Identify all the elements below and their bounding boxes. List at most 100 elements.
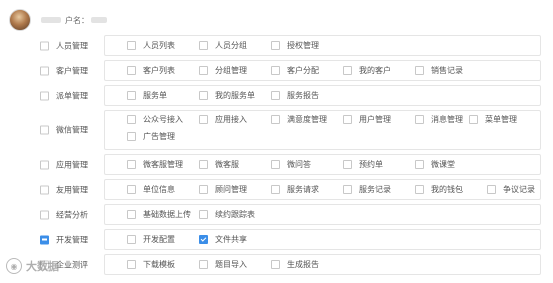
permission-item[interactable]: 服务单 [127, 90, 167, 102]
permission-item[interactable]: 广告管理 [127, 130, 175, 142]
permission-item[interactable]: 单位信息 [127, 184, 175, 196]
permission-item[interactable]: 客户分配 [271, 65, 319, 77]
permission-item[interactable]: 满意度管理 [271, 113, 327, 125]
permission-item[interactable]: 客户列表 [127, 65, 175, 77]
permission-checkbox[interactable] [127, 160, 136, 169]
permission-checkbox[interactable] [487, 185, 496, 194]
permission-item[interactable]: 微课堂 [415, 159, 455, 171]
permission-item[interactable]: 微客服 [199, 159, 239, 171]
permission-label: 客户分配 [287, 66, 319, 75]
permission-label: 应用接入 [215, 114, 247, 124]
category-checkbox[interactable] [40, 66, 49, 75]
permission-checkbox[interactable] [271, 114, 280, 124]
permission-label: 服务请求 [287, 185, 319, 194]
permission-item[interactable]: 服务报告 [271, 90, 319, 102]
permission-item[interactable]: 人员分组 [199, 40, 247, 52]
permission-item[interactable]: 开发配置 [127, 234, 175, 246]
permission-item[interactable]: 用户管理 [343, 113, 391, 125]
permission-item[interactable]: 我的钱包 [415, 184, 463, 196]
permission-checkbox[interactable] [469, 114, 478, 124]
permission-item[interactable]: 下载模板 [127, 259, 175, 271]
permission-checkbox[interactable] [415, 114, 424, 124]
permission-item[interactable]: 授权管理 [271, 40, 319, 52]
permission-item[interactable]: 我的客户 [343, 65, 391, 77]
permission-checkbox[interactable] [199, 210, 208, 219]
permission-item[interactable]: 微客服管理 [127, 159, 183, 171]
permission-checkbox[interactable] [127, 91, 136, 100]
permission-checkbox[interactable] [271, 260, 280, 269]
permission-item[interactable]: 消息管理 [415, 113, 463, 125]
category-checkbox[interactable] [40, 160, 49, 169]
permission-checkbox[interactable] [199, 235, 208, 244]
permission-item[interactable]: 争议记录 [487, 184, 535, 196]
permission-checkbox[interactable] [127, 114, 136, 124]
permission-checkbox[interactable] [199, 160, 208, 169]
permission-checkbox[interactable] [343, 185, 352, 194]
permission-item[interactable]: 我的服务单 [199, 90, 255, 102]
permission-item[interactable]: 应用接入 [199, 113, 247, 125]
permission-checkbox[interactable] [127, 235, 136, 244]
category-checkbox[interactable] [40, 125, 49, 135]
category-checkbox[interactable] [40, 91, 49, 100]
category-label: 客户管理 [56, 66, 88, 75]
permission-label: 授权管理 [287, 41, 319, 50]
permission-row: 人员管理 人员列表 人员分组 授权管理 [0, 33, 553, 58]
permission-checkbox[interactable] [127, 210, 136, 219]
permission-item[interactable]: 文件共享 [199, 234, 247, 246]
permission-group-box: 微客服管理 微客服 微问答 预约单 微课堂 [104, 154, 541, 175]
permission-checkbox[interactable] [127, 66, 136, 75]
permission-checkbox[interactable] [343, 114, 352, 124]
permission-checkbox[interactable] [271, 66, 280, 75]
permission-item[interactable]: 服务请求 [271, 184, 319, 196]
category-checkbox[interactable] [40, 235, 49, 244]
permission-label: 预约单 [359, 160, 383, 169]
permission-checkbox[interactable] [343, 66, 352, 75]
permission-checkbox[interactable] [199, 114, 208, 124]
permission-label: 顾问管理 [215, 185, 247, 194]
permission-label: 分组管理 [215, 66, 247, 75]
permission-item[interactable]: 题目导入 [199, 259, 247, 271]
permission-checkbox[interactable] [127, 260, 136, 269]
permission-row: 开发管理 开发配置 文件共享 [0, 227, 553, 252]
permission-checkbox[interactable] [415, 185, 424, 194]
permission-checkbox[interactable] [415, 160, 424, 169]
permission-item[interactable]: 预约单 [343, 159, 383, 171]
permission-checkbox[interactable] [199, 91, 208, 100]
permission-item[interactable]: 微问答 [271, 159, 311, 171]
permission-checkbox[interactable] [271, 41, 280, 50]
permission-label: 题目导入 [215, 260, 247, 269]
permission-label: 公众号接入 [143, 114, 183, 124]
permission-checkbox[interactable] [271, 91, 280, 100]
permission-checkbox[interactable] [199, 66, 208, 75]
permission-checkbox[interactable] [127, 185, 136, 194]
permission-checkbox[interactable] [271, 160, 280, 169]
permission-checkbox[interactable] [271, 185, 280, 194]
permission-label: 微客服管理 [143, 160, 183, 169]
permission-label: 争议记录 [503, 185, 535, 194]
permission-item[interactable]: 菜单管理 [469, 113, 517, 125]
permission-item[interactable]: 服务记录 [343, 184, 391, 196]
permission-item[interactable]: 分组管理 [199, 65, 247, 77]
permission-item[interactable]: 人员列表 [127, 40, 175, 52]
permission-item[interactable]: 公众号接入 [127, 113, 183, 125]
permission-item[interactable]: 基础数据上传 [127, 209, 191, 221]
permission-checkbox[interactable] [127, 41, 136, 50]
category-checkbox[interactable] [40, 185, 49, 194]
permission-checkbox[interactable] [343, 160, 352, 169]
permission-item[interactable]: 销售记录 [415, 65, 463, 77]
permission-checkbox[interactable] [199, 260, 208, 269]
category-label: 友用管理 [56, 185, 88, 194]
permission-row: 客户管理 客户列表 分组管理 客户分配 我的客户 销售记录 [0, 58, 553, 83]
permission-checkbox[interactable] [127, 131, 136, 141]
category-checkbox[interactable] [40, 210, 49, 219]
permission-item[interactable]: 续约跟踪表 [199, 209, 255, 221]
permission-checkbox[interactable] [199, 185, 208, 194]
category-checkbox[interactable] [40, 41, 49, 50]
permission-checkbox[interactable] [199, 41, 208, 50]
permission-item[interactable]: 顾问管理 [199, 184, 247, 196]
permission-checkbox[interactable] [415, 66, 424, 75]
permission-label: 单位信息 [143, 185, 175, 194]
permission-label: 微客服 [215, 160, 239, 169]
permission-item[interactable]: 生成报告 [271, 259, 319, 271]
permission-label: 我的客户 [359, 66, 391, 75]
